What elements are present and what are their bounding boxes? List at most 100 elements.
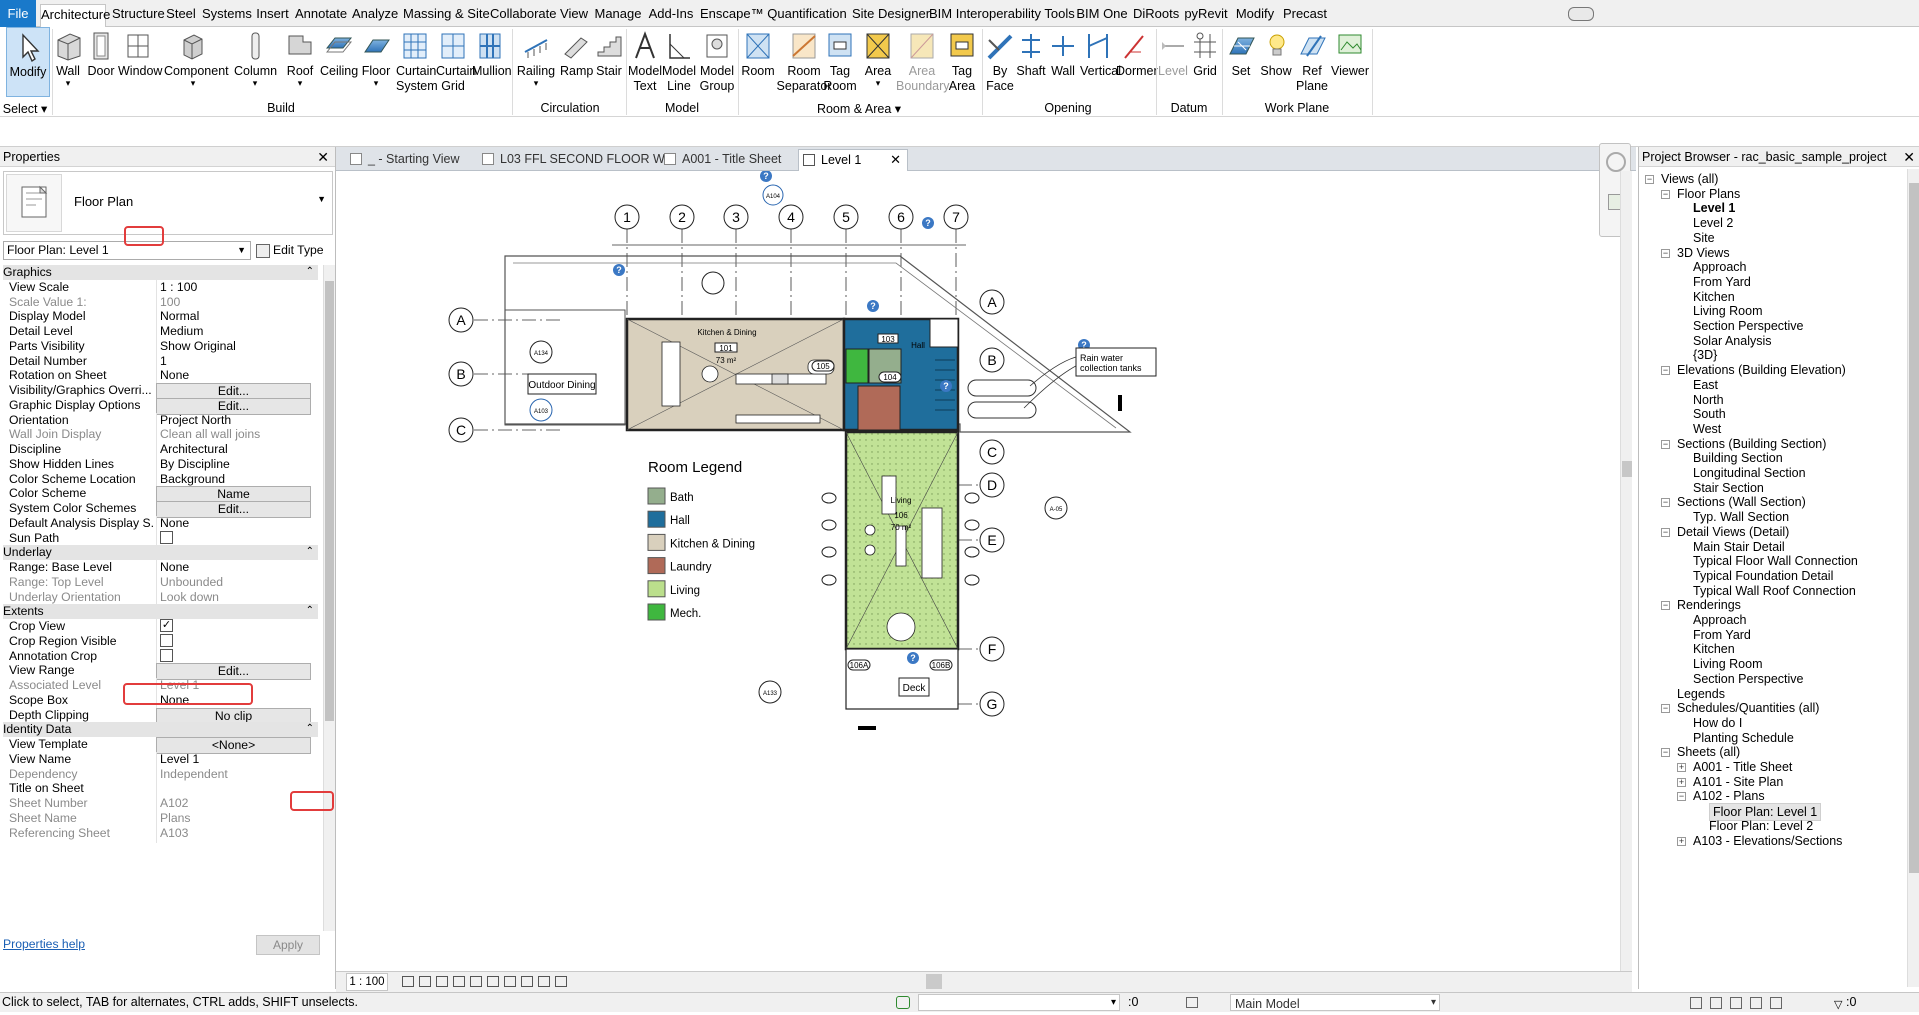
browser-node-floor-plans[interactable]: Floor Plans (1677, 186, 1740, 202)
canvas-vertical-scrollbar[interactable] (1620, 171, 1632, 971)
crop-region-icon[interactable] (487, 976, 499, 987)
property-row-depth-clipping[interactable]: Depth Clipping No clip (3, 707, 318, 725)
browser-node-planting-schedule[interactable]: Planting Schedule (1693, 730, 1794, 746)
browser-node-approach[interactable]: Approach (1693, 612, 1747, 628)
property-row-color-scheme-location[interactable]: Color Scheme Location Background (3, 471, 318, 489)
tab-a001-title-sheet[interactable]: A001 - Title Sheet (660, 149, 792, 171)
property-row-view-name[interactable]: View Name Level 1 (3, 751, 318, 769)
browser-node-solar-analysis[interactable]: Solar Analysis (1693, 333, 1772, 349)
browser-node-kitchen[interactable]: Kitchen (1693, 641, 1735, 657)
browser-node-longitudinal-section[interactable]: Longitudinal Section (1693, 465, 1806, 481)
property-row-view-template[interactable]: View Template <None> (3, 737, 318, 754)
property-row-scale-value-1[interactable]: Scale Value 1: 100 (3, 294, 318, 312)
viewer-button[interactable]: Viewer (1330, 27, 1370, 97)
tab-starting-view[interactable]: _ - Starting View (346, 149, 472, 171)
opening-by-face-button[interactable]: By Face (984, 27, 1016, 97)
component-button[interactable]: Component ▾ (164, 27, 229, 97)
collapse-icon[interactable]: − (1661, 189, 1670, 199)
browser-node-typ-wall-section[interactable]: Typ. Wall Section (1693, 509, 1789, 525)
select-pinned-icon[interactable] (1730, 997, 1742, 1009)
tab-site-designer[interactable]: Site Designer (852, 4, 930, 26)
property-row-color-scheme[interactable]: Color Scheme Name (3, 486, 318, 504)
browser-node-a103-elevations-sections[interactable]: A103 - Elevations/Sections (1693, 833, 1842, 849)
browser-node-section-perspective[interactable]: Section Perspective (1693, 671, 1803, 687)
tab-modify[interactable]: Modify (1233, 4, 1277, 26)
tab-diroots[interactable]: DiRoots (1133, 4, 1179, 26)
curtain-grid-button[interactable]: Curtain Grid (436, 27, 476, 97)
property-group-underlay[interactable]: Underlay ⌃ (3, 545, 318, 560)
expand-icon[interactable]: + (1677, 836, 1686, 846)
shadows-icon[interactable] (453, 976, 465, 987)
property-row-crop-view[interactable]: Crop View ✓ (3, 619, 318, 636)
mullion-button[interactable]: Mullion (472, 27, 512, 97)
steering-wheel-icon[interactable] (1606, 152, 1626, 172)
scroll-thumb[interactable] (325, 281, 334, 721)
filter-icon[interactable]: ▽ (1834, 996, 1842, 1015)
close-icon[interactable]: ✕ (1903, 147, 1915, 167)
property-row-range-base-level[interactable]: Range: Base Level None (3, 560, 318, 577)
model-group-button[interactable]: Model Group (698, 27, 736, 97)
scroll-thumb[interactable] (1622, 461, 1632, 477)
browser-node-views-all[interactable]: Views (all) (1661, 171, 1718, 187)
checked-checkbox-icon[interactable]: ✓ (160, 619, 173, 633)
browser-node-a101-site-plan[interactable]: A101 - Site Plan (1693, 774, 1783, 790)
drawing-canvas[interactable]: 1 2 3 4 5 6 7 A B C A B C D E F G ??? ??… (336, 143, 1632, 971)
wall-button[interactable]: Wall ▾ (54, 27, 82, 97)
tab-structure[interactable]: Structure (112, 4, 165, 26)
property-row-view-scale[interactable]: View Scale 1 : 100 (3, 279, 318, 297)
close-icon[interactable]: ✕ (317, 147, 329, 167)
selection-toggles[interactable] (1690, 996, 1830, 1010)
tab-bim-one[interactable]: BIM One (1076, 4, 1128, 26)
browser-node-schedules-quantities-all[interactable]: Schedules/Quantities (all) (1677, 700, 1819, 716)
tab-analyze[interactable]: Analyze (352, 4, 398, 26)
tab-massing-site[interactable]: Massing & Site (403, 4, 490, 26)
modify-button[interactable]: Modify (6, 27, 50, 97)
horizontal-scroll-thumb[interactable] (926, 974, 942, 989)
browser-node-kitchen[interactable]: Kitchen (1693, 289, 1735, 305)
browser-node-a102-plans[interactable]: A102 - Plans (1693, 788, 1765, 804)
browser-node-typical-foundation-detail[interactable]: Typical Foundation Detail (1693, 568, 1833, 584)
collapse-icon[interactable]: − (1661, 748, 1670, 758)
expand-icon[interactable]: + (1677, 763, 1686, 772)
collapse-icon[interactable]: − (1677, 792, 1686, 802)
tag-area-button[interactable]: Tag Area (946, 27, 978, 97)
group-select[interactable]: Select ▾ (0, 101, 50, 116)
roof-button[interactable]: Roof ▾ (284, 27, 316, 97)
drag-on-selection-icon[interactable] (1770, 997, 1782, 1009)
unchecked-checkbox-icon[interactable] (160, 648, 173, 662)
area-button[interactable]: Area ▾ (862, 27, 894, 97)
property-row-default-analysis-display-s[interactable]: Default Analysis Display S... None (3, 515, 318, 533)
edit-type-button[interactable]: Edit Type (256, 241, 334, 260)
browser-node-floor-plan-level-2[interactable]: Floor Plan: Level 2 (1709, 818, 1813, 834)
tab-systems[interactable]: Systems (202, 4, 252, 26)
ramp-button[interactable]: Ramp (560, 27, 593, 97)
collapse-icon[interactable]: ⌃ (306, 265, 314, 280)
browser-node-3d-views[interactable]: 3D Views (1677, 245, 1730, 261)
design-options-icon[interactable] (1186, 997, 1198, 1008)
property-group-graphics[interactable]: Graphics ⌃ (3, 265, 318, 280)
design-option-dropdown[interactable]: Main Model ▾ (1230, 994, 1440, 1011)
property-row-system-color-schemes[interactable]: System Color Schemes Edit... (3, 501, 318, 518)
project-browser-scrollbar[interactable] (1907, 169, 1919, 987)
browser-node-level-1[interactable]: Level 1 (1693, 200, 1735, 216)
browser-node-section-perspective[interactable]: Section Perspective (1693, 318, 1803, 334)
stair-button[interactable]: Stair (594, 27, 624, 97)
tab-manage[interactable]: Manage (594, 4, 642, 26)
tab-l03-second-floor[interactable]: L03 FFL SECOND FLOOR WIP (478, 149, 677, 171)
collapse-icon[interactable]: ⌃ (306, 545, 314, 560)
browser-node-3d[interactable]: {3D} (1693, 347, 1717, 363)
tag-room-button[interactable]: Tag Room (822, 27, 858, 97)
browser-node-typical-floor-wall-connection[interactable]: Typical Floor Wall Connection (1693, 553, 1858, 569)
browser-node-level-2[interactable]: Level 2 (1693, 215, 1733, 231)
property-row-sheet-name[interactable]: Sheet Name Plans (3, 810, 318, 828)
property-row-wall-join-display[interactable]: Wall Join Display Clean all wall joins (3, 427, 318, 445)
model-line-button[interactable]: Model Line (662, 27, 696, 97)
collapse-icon[interactable]: − (1661, 601, 1670, 611)
browser-node-east[interactable]: East (1693, 377, 1718, 393)
tab-file[interactable]: File (0, 0, 36, 27)
ribbon-display-toggle-icon[interactable] (1568, 7, 1594, 21)
shaft-button[interactable]: Shaft (1016, 27, 1046, 97)
property-row-referencing-sheet[interactable]: Referencing Sheet A103 (3, 825, 318, 843)
property-row-annotation-crop[interactable]: Annotation Crop (3, 648, 318, 666)
scroll-thumb[interactable] (1909, 183, 1919, 873)
